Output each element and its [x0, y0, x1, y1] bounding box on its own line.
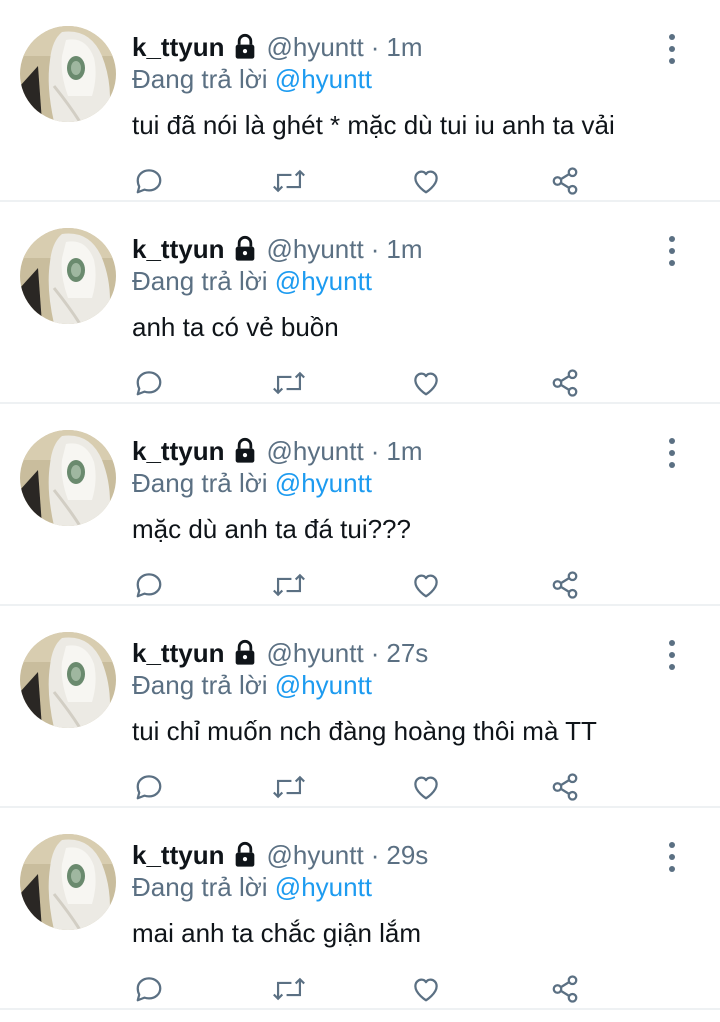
user-handle[interactable]: @hyuntt [266, 234, 363, 265]
retweet-icon[interactable] [272, 972, 306, 1006]
like-icon[interactable] [409, 972, 443, 1006]
tweet-header: k_ttyun @hyuntt · 27s [132, 636, 428, 670]
lock-icon [231, 437, 259, 465]
tweet-actions [132, 568, 592, 602]
replying-to-label: Đang trả lời [132, 468, 268, 498]
replying-to: Đang trả lời @hyuntt [132, 64, 372, 95]
tweet-actions [132, 770, 592, 804]
replying-to-label: Đang trả lời [132, 872, 268, 902]
tweet-item[interactable]: k_ttyun @hyuntt · 27s Đang trả lời @hyun… [0, 606, 720, 808]
lock-icon [231, 235, 259, 263]
share-icon[interactable] [548, 770, 582, 804]
avatar[interactable] [20, 228, 116, 324]
more-icon[interactable] [660, 236, 684, 266]
replying-to: Đang trả lời @hyuntt [132, 468, 372, 499]
tweet-item[interactable]: k_ttyun @hyuntt · 1m Đang trả lời @hyunt… [0, 202, 720, 404]
replying-to: Đang trả lời @hyuntt [132, 670, 372, 701]
share-icon[interactable] [548, 568, 582, 602]
display-name[interactable]: k_ttyun [132, 32, 224, 63]
display-name[interactable]: k_ttyun [132, 234, 224, 265]
like-icon[interactable] [409, 770, 443, 804]
tweet-header: k_ttyun @hyuntt · 1m [132, 30, 423, 64]
replying-to-label: Đang trả lời [132, 266, 268, 296]
reply-icon[interactable] [132, 770, 166, 804]
lock-icon [231, 841, 259, 869]
tweet-text: tui chỉ muốn nch đàng hoàng thôi mà TT [132, 716, 597, 746]
display-name[interactable]: k_ttyun [132, 436, 224, 467]
avatar[interactable] [20, 632, 116, 728]
share-icon[interactable] [548, 972, 582, 1006]
user-handle[interactable]: @hyuntt [266, 32, 363, 63]
avatar[interactable] [20, 834, 116, 930]
replying-to-label: Đang trả lời [132, 64, 268, 94]
like-icon[interactable] [409, 568, 443, 602]
timestamp[interactable]: 27s [386, 638, 428, 669]
separator-dot: · [370, 233, 380, 264]
timestamp[interactable]: 29s [386, 840, 428, 871]
separator-dot: · [370, 839, 380, 870]
user-handle[interactable]: @hyuntt [266, 436, 363, 467]
timestamp[interactable]: 1m [386, 436, 422, 467]
like-icon[interactable] [409, 366, 443, 400]
reply-icon[interactable] [132, 366, 166, 400]
share-icon[interactable] [548, 366, 582, 400]
like-icon[interactable] [409, 164, 443, 198]
tweet-item[interactable]: k_ttyun @hyuntt · 1m Đang trả lời @hyunt… [0, 0, 720, 202]
avatar[interactable] [20, 430, 116, 526]
user-handle[interactable]: @hyuntt [266, 638, 363, 669]
replying-to-handle[interactable]: @hyuntt [275, 670, 372, 700]
more-icon[interactable] [660, 34, 684, 64]
replying-to: Đang trả lời @hyuntt [132, 872, 372, 903]
avatar[interactable] [20, 26, 116, 122]
reply-icon[interactable] [132, 164, 166, 198]
more-icon[interactable] [660, 842, 684, 872]
retweet-icon[interactable] [272, 770, 306, 804]
replying-to-handle[interactable]: @hyuntt [275, 64, 372, 94]
tweet-actions [132, 164, 592, 198]
separator-dot: · [370, 435, 380, 466]
tweet-feed: k_ttyun @hyuntt · 1m Đang trả lời @hyunt… [0, 0, 720, 1010]
tweet-actions [132, 972, 592, 1006]
tweet-item[interactable]: k_ttyun @hyuntt · 29s Đang trả lời @hyun… [0, 808, 720, 1010]
tweet-text: tui đã nói là ghét * mặc dù tui iu anh t… [132, 110, 615, 140]
tweet-header: k_ttyun @hyuntt · 1m [132, 232, 423, 266]
retweet-icon[interactable] [272, 164, 306, 198]
tweet-text: mặc dù anh ta đá tui??? [132, 514, 411, 544]
timestamp[interactable]: 1m [386, 32, 422, 63]
more-icon[interactable] [660, 640, 684, 670]
separator-dot: · [370, 31, 380, 62]
lock-icon [231, 639, 259, 667]
tweet-text: mai anh ta chắc giận lắm [132, 918, 422, 948]
replying-to: Đang trả lời @hyuntt [132, 266, 372, 297]
more-icon[interactable] [660, 438, 684, 468]
replying-to-handle[interactable]: @hyuntt [275, 266, 372, 296]
share-icon[interactable] [548, 164, 582, 198]
lock-icon [231, 33, 259, 61]
display-name[interactable]: k_ttyun [132, 638, 224, 669]
timestamp[interactable]: 1m [386, 234, 422, 265]
tweet-header: k_ttyun @hyuntt · 1m [132, 434, 423, 468]
user-handle[interactable]: @hyuntt [266, 840, 363, 871]
replying-to-handle[interactable]: @hyuntt [275, 872, 372, 902]
retweet-icon[interactable] [272, 366, 306, 400]
tweet-text: anh ta có vẻ buồn [132, 312, 339, 342]
replying-to-handle[interactable]: @hyuntt [275, 468, 372, 498]
separator-dot: · [370, 637, 380, 668]
tweet-header: k_ttyun @hyuntt · 29s [132, 838, 428, 872]
reply-icon[interactable] [132, 568, 166, 602]
tweet-actions [132, 366, 592, 400]
display-name[interactable]: k_ttyun [132, 840, 224, 871]
reply-icon[interactable] [132, 972, 166, 1006]
replying-to-label: Đang trả lời [132, 670, 268, 700]
tweet-item[interactable]: k_ttyun @hyuntt · 1m Đang trả lời @hyunt… [0, 404, 720, 606]
retweet-icon[interactable] [272, 568, 306, 602]
